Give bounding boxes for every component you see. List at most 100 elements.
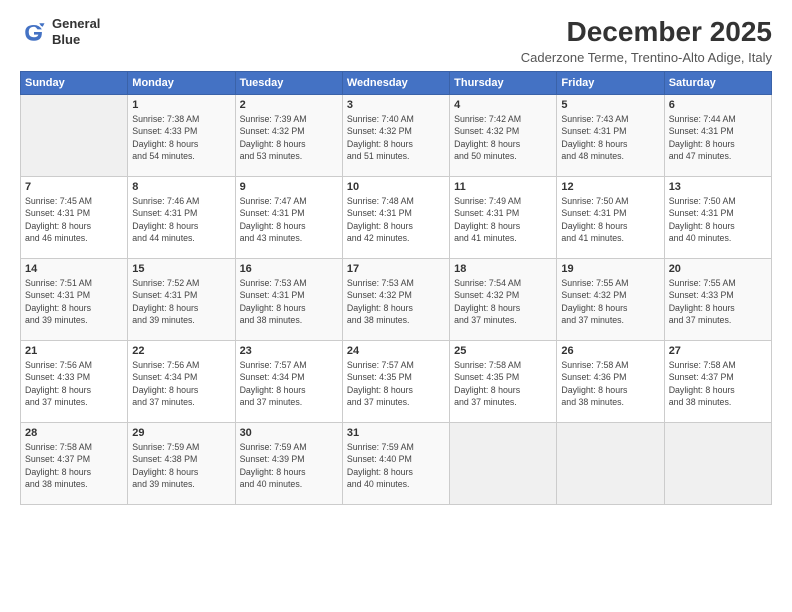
calendar-header-row: SundayMondayTuesdayWednesdayThursdayFrid… bbox=[21, 72, 772, 95]
calendar-cell bbox=[21, 95, 128, 177]
calendar-cell: 16 Sunrise: 7:53 AM Sunset: 4:31 PM Dayli… bbox=[235, 259, 342, 341]
calendar: SundayMondayTuesdayWednesdayThursdayFrid… bbox=[20, 71, 772, 505]
header: General Blue December 2025 Caderzone Ter… bbox=[20, 16, 772, 65]
day-detail: Sunrise: 7:38 AM Sunset: 4:33 PM Dayligh… bbox=[132, 113, 230, 162]
day-detail: Sunrise: 7:50 AM Sunset: 4:31 PM Dayligh… bbox=[669, 195, 767, 244]
day-number: 22 bbox=[132, 345, 230, 357]
day-detail: Sunrise: 7:56 AM Sunset: 4:34 PM Dayligh… bbox=[132, 359, 230, 408]
day-detail: Sunrise: 7:42 AM Sunset: 4:32 PM Dayligh… bbox=[454, 113, 552, 162]
day-number: 26 bbox=[561, 345, 659, 357]
calendar-header-wednesday: Wednesday bbox=[342, 72, 449, 95]
calendar-cell: 6 Sunrise: 7:44 AM Sunset: 4:31 PM Daylig… bbox=[664, 95, 771, 177]
calendar-cell: 4 Sunrise: 7:42 AM Sunset: 4:32 PM Daylig… bbox=[450, 95, 557, 177]
day-detail: Sunrise: 7:53 AM Sunset: 4:32 PM Dayligh… bbox=[347, 277, 445, 326]
calendar-cell: 15Sunrise: 7:52 AM Sunset: 4:31 PM Dayli… bbox=[128, 259, 235, 341]
calendar-header-friday: Friday bbox=[557, 72, 664, 95]
day-number: 15 bbox=[132, 263, 230, 275]
page: General Blue December 2025 Caderzone Ter… bbox=[0, 0, 792, 612]
day-number: 13 bbox=[669, 181, 767, 193]
day-detail: Sunrise: 7:40 AM Sunset: 4:32 PM Dayligh… bbox=[347, 113, 445, 162]
calendar-header-saturday: Saturday bbox=[664, 72, 771, 95]
calendar-header-monday: Monday bbox=[128, 72, 235, 95]
calendar-cell: 11 Sunrise: 7:49 AM Sunset: 4:31 PM Dayli… bbox=[450, 177, 557, 259]
calendar-week-3: 21 Sunrise: 7:56 AM Sunset: 4:33 PM Dayli… bbox=[21, 341, 772, 423]
calendar-cell: 20Sunrise: 7:55 AM Sunset: 4:33 PM Dayli… bbox=[664, 259, 771, 341]
day-detail: Sunrise: 7:59 AM Sunset: 4:40 PM Dayligh… bbox=[347, 441, 445, 490]
calendar-week-2: 14 Sunrise: 7:51 AM Sunset: 4:31 PM Dayli… bbox=[21, 259, 772, 341]
day-number: 2 bbox=[240, 99, 338, 111]
day-number: 9 bbox=[240, 181, 338, 193]
day-detail: Sunrise: 7:44 AM Sunset: 4:31 PM Dayligh… bbox=[669, 113, 767, 162]
day-number: 25 bbox=[454, 345, 552, 357]
calendar-cell: 22 Sunrise: 7:56 AM Sunset: 4:34 PM Dayli… bbox=[128, 341, 235, 423]
logo-text: General Blue bbox=[52, 16, 100, 47]
day-detail: Sunrise: 7:58 AM Sunset: 4:36 PM Dayligh… bbox=[561, 359, 659, 408]
day-detail: Sunrise: 7:57 AM Sunset: 4:35 PM Dayligh… bbox=[347, 359, 445, 408]
subtitle: Caderzone Terme, Trentino-Alto Adige, It… bbox=[521, 50, 772, 65]
calendar-cell: 14 Sunrise: 7:51 AM Sunset: 4:31 PM Dayli… bbox=[21, 259, 128, 341]
day-number: 8 bbox=[132, 181, 230, 193]
day-number: 3 bbox=[347, 99, 445, 111]
day-detail: Sunrise: 7:48 AM Sunset: 4:31 PM Dayligh… bbox=[347, 195, 445, 244]
day-number: 4 bbox=[454, 99, 552, 111]
calendar-cell: 30 Sunrise: 7:59 AM Sunset: 4:39 PM Dayli… bbox=[235, 423, 342, 505]
day-number: 21 bbox=[25, 345, 123, 357]
title-block: December 2025 Caderzone Terme, Trentino-… bbox=[521, 16, 772, 65]
calendar-week-4: 28 Sunrise: 7:58 AM Sunset: 4:37 PM Dayli… bbox=[21, 423, 772, 505]
calendar-cell: 18 Sunrise: 7:54 AM Sunset: 4:32 PM Dayli… bbox=[450, 259, 557, 341]
logo-icon bbox=[20, 18, 48, 46]
day-detail: Sunrise: 7:56 AM Sunset: 4:33 PM Dayligh… bbox=[25, 359, 123, 408]
calendar-cell: 25Sunrise: 7:58 AM Sunset: 4:35 PM Dayli… bbox=[450, 341, 557, 423]
day-detail: Sunrise: 7:59 AM Sunset: 4:39 PM Dayligh… bbox=[240, 441, 338, 490]
calendar-cell bbox=[664, 423, 771, 505]
day-number: 12 bbox=[561, 181, 659, 193]
day-detail: Sunrise: 7:49 AM Sunset: 4:31 PM Dayligh… bbox=[454, 195, 552, 244]
calendar-header-tuesday: Tuesday bbox=[235, 72, 342, 95]
logo: General Blue bbox=[20, 16, 100, 47]
day-number: 14 bbox=[25, 263, 123, 275]
main-title: December 2025 bbox=[521, 16, 772, 48]
day-detail: Sunrise: 7:45 AM Sunset: 4:31 PM Dayligh… bbox=[25, 195, 123, 244]
calendar-cell: 8Sunrise: 7:46 AM Sunset: 4:31 PM Daylig… bbox=[128, 177, 235, 259]
day-detail: Sunrise: 7:57 AM Sunset: 4:34 PM Dayligh… bbox=[240, 359, 338, 408]
day-number: 7 bbox=[25, 181, 123, 193]
calendar-cell: 21 Sunrise: 7:56 AM Sunset: 4:33 PM Dayli… bbox=[21, 341, 128, 423]
calendar-cell: 17 Sunrise: 7:53 AM Sunset: 4:32 PM Dayli… bbox=[342, 259, 449, 341]
day-detail: Sunrise: 7:59 AM Sunset: 4:38 PM Dayligh… bbox=[132, 441, 230, 490]
calendar-cell: 13 Sunrise: 7:50 AM Sunset: 4:31 PM Dayli… bbox=[664, 177, 771, 259]
calendar-cell: 7 Sunrise: 7:45 AM Sunset: 4:31 PM Daylig… bbox=[21, 177, 128, 259]
day-detail: Sunrise: 7:58 AM Sunset: 4:37 PM Dayligh… bbox=[25, 441, 123, 490]
calendar-cell: 19Sunrise: 7:55 AM Sunset: 4:32 PM Dayli… bbox=[557, 259, 664, 341]
day-detail: Sunrise: 7:47 AM Sunset: 4:31 PM Dayligh… bbox=[240, 195, 338, 244]
day-number: 31 bbox=[347, 427, 445, 439]
calendar-cell bbox=[557, 423, 664, 505]
day-number: 28 bbox=[25, 427, 123, 439]
calendar-cell: 27Sunrise: 7:58 AM Sunset: 4:37 PM Dayli… bbox=[664, 341, 771, 423]
day-number: 1 bbox=[132, 99, 230, 111]
day-number: 17 bbox=[347, 263, 445, 275]
day-detail: Sunrise: 7:54 AM Sunset: 4:32 PM Dayligh… bbox=[454, 277, 552, 326]
day-detail: Sunrise: 7:53 AM Sunset: 4:31 PM Dayligh… bbox=[240, 277, 338, 326]
calendar-week-1: 7 Sunrise: 7:45 AM Sunset: 4:31 PM Daylig… bbox=[21, 177, 772, 259]
calendar-header-sunday: Sunday bbox=[21, 72, 128, 95]
calendar-cell: 5Sunrise: 7:43 AM Sunset: 4:31 PM Daylig… bbox=[557, 95, 664, 177]
calendar-week-0: 1 Sunrise: 7:38 AM Sunset: 4:33 PM Daylig… bbox=[21, 95, 772, 177]
calendar-cell: 26 Sunrise: 7:58 AM Sunset: 4:36 PM Dayli… bbox=[557, 341, 664, 423]
day-number: 6 bbox=[669, 99, 767, 111]
calendar-cell: 10 Sunrise: 7:48 AM Sunset: 4:31 PM Dayli… bbox=[342, 177, 449, 259]
day-detail: Sunrise: 7:50 AM Sunset: 4:31 PM Dayligh… bbox=[561, 195, 659, 244]
calendar-cell: 31 Sunrise: 7:59 AM Sunset: 4:40 PM Dayli… bbox=[342, 423, 449, 505]
day-number: 11 bbox=[454, 181, 552, 193]
day-detail: Sunrise: 7:55 AM Sunset: 4:33 PM Dayligh… bbox=[669, 277, 767, 326]
calendar-cell: 29Sunrise: 7:59 AM Sunset: 4:38 PM Dayli… bbox=[128, 423, 235, 505]
day-number: 10 bbox=[347, 181, 445, 193]
day-detail: Sunrise: 7:58 AM Sunset: 4:37 PM Dayligh… bbox=[669, 359, 767, 408]
day-detail: Sunrise: 7:51 AM Sunset: 4:31 PM Dayligh… bbox=[25, 277, 123, 326]
day-number: 16 bbox=[240, 263, 338, 275]
calendar-cell: 2Sunrise: 7:39 AM Sunset: 4:32 PM Daylig… bbox=[235, 95, 342, 177]
day-number: 18 bbox=[454, 263, 552, 275]
day-detail: Sunrise: 7:43 AM Sunset: 4:31 PM Dayligh… bbox=[561, 113, 659, 162]
calendar-header-thursday: Thursday bbox=[450, 72, 557, 95]
day-number: 30 bbox=[240, 427, 338, 439]
calendar-cell: 1 Sunrise: 7:38 AM Sunset: 4:33 PM Daylig… bbox=[128, 95, 235, 177]
